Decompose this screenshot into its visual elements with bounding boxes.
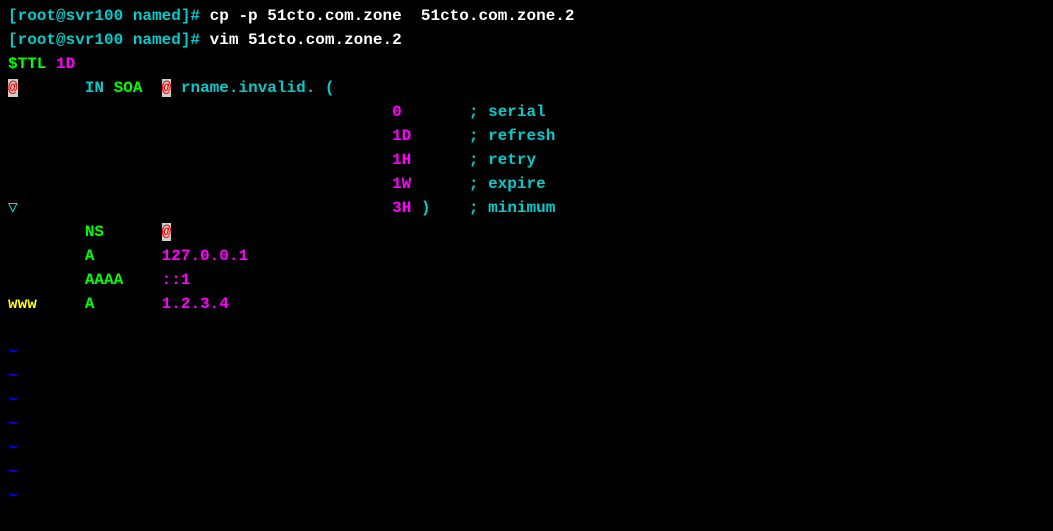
expire-value: 1W (392, 175, 411, 193)
command: cp -p 51cto.com.zone 51cto.com.zone.2 (210, 7, 575, 25)
zone-ns-line: NS @ (8, 220, 1045, 244)
shell-line-2: [root@svr100 named]# vim 51cto.com.zone.… (8, 28, 1045, 52)
aaaa-keyword: AAAA (85, 271, 123, 289)
zone-retry-line: 1H ; retry (8, 148, 1045, 172)
refresh-value: 1D (392, 127, 411, 145)
serial-comment: ; serial (469, 103, 546, 121)
zone-refresh-line: 1D ; refresh (8, 124, 1045, 148)
refresh-comment: ; refresh (469, 127, 555, 145)
vim-tilde: ~ (8, 412, 1045, 436)
in-keyword: IN (85, 79, 104, 97)
shell-line-1: [root@svr100 named]# cp -p 51cto.com.zon… (8, 4, 1045, 28)
vim-tilde: ~ (8, 364, 1045, 388)
minimum-comment: ; minimum (469, 199, 555, 217)
a-keyword: A (85, 247, 95, 265)
ttl-value: 1D (56, 55, 75, 73)
zone-expire-line: 1W ; expire (8, 172, 1045, 196)
empty-line (8, 316, 1045, 340)
vim-tilde: ~ (8, 388, 1045, 412)
close-paren: ) (411, 199, 430, 217)
vim-tilde: ~ (8, 436, 1045, 460)
command: vim 51cto.com.zone.2 (210, 31, 402, 49)
a-value: 127.0.0.1 (162, 247, 248, 265)
ns-keyword: NS (85, 223, 104, 241)
vim-tilde: ~ (8, 460, 1045, 484)
prompt: [root@svr100 named]# (8, 31, 210, 49)
zone-serial-line: 0 ; serial (8, 100, 1045, 124)
zone-www-line: www A 1.2.3.4 (8, 292, 1045, 316)
aaaa-value: ::1 (162, 271, 191, 289)
expire-comment: ; expire (469, 175, 546, 193)
www-label: www (8, 295, 37, 313)
soa-keyword: SOA (114, 79, 143, 97)
at-symbol: @ (162, 79, 172, 97)
a-keyword: A (85, 295, 95, 313)
at-symbol: @ (8, 79, 18, 97)
zone-soa-line: @ IN SOA @ rname.invalid. ( (8, 76, 1045, 100)
minimum-value: 3H (392, 199, 411, 217)
retry-comment: ; retry (469, 151, 536, 169)
zone-ttl-line: $TTL 1D (8, 52, 1045, 76)
zone-minimum-line: ▽ 3H ) ; minimum (8, 196, 1045, 220)
at-symbol: @ (162, 223, 172, 241)
rname: rname.invalid. ( (181, 79, 335, 97)
serial-value: 0 (392, 103, 402, 121)
retry-value: 1H (392, 151, 411, 169)
vim-tilde: ~ (8, 340, 1045, 364)
zone-a-line: A 127.0.0.1 (8, 244, 1045, 268)
ttl-label: $TTL (8, 55, 46, 73)
marker-icon: ▽ (8, 199, 18, 217)
zone-aaaa-line: AAAA ::1 (8, 268, 1045, 292)
prompt: [root@svr100 named]# (8, 7, 210, 25)
a-value: 1.2.3.4 (162, 295, 229, 313)
vim-tilde: ~ (8, 484, 1045, 508)
